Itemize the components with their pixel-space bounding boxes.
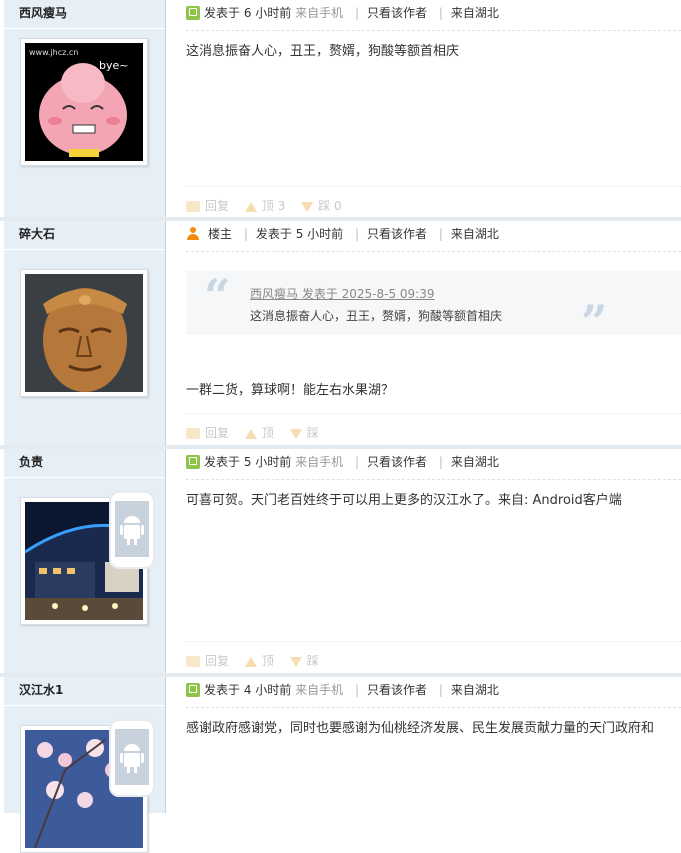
quote-source-link[interactable]: 西风瘦马 发表于 2025-8-5 09:39: [250, 285, 435, 302]
post-content: 楼主 | 发表于 5 小时前 | 只看该作者 | 来自湖北 “ 西风瘦马 发表于 20…: [186, 221, 681, 449]
post-meta: 发表于 4 小时前 来自手机 | 只看该作者 | 来自湖北: [186, 681, 681, 708]
avatar[interactable]: www.jhcz.cn bye~: [20, 38, 148, 166]
quote-block: “ 西风瘦马 发表于 2025-8-5 09:39 这消息振奋人心，丑王，赘婿，…: [186, 269, 681, 345]
author-name[interactable]: 汉江水1: [19, 681, 63, 698]
post-content: 发表于 6 小时前 来自手机 | 只看该作者 | 来自湖北 这消息振奋人心，丑王，赘…: [186, 0, 681, 222]
upvote-button[interactable]: 顶: [244, 426, 274, 440]
android-icon: [115, 729, 149, 785]
device-label[interactable]: 来自手机: [295, 683, 343, 697]
post-meta: 楼主 | 发表于 5 小时前 | 只看该作者 | 来自湖北: [186, 225, 681, 252]
post-time: 发表于 5 小时前: [204, 455, 292, 469]
post-meta: 发表于 5 小时前 来自手机 | 只看该作者 | 来自湖北: [186, 453, 681, 480]
android-device-badge: [109, 491, 155, 569]
only-author-link[interactable]: 只看该作者: [367, 455, 427, 469]
post-meta: 发表于 6 小时前 来自手机 | 只看该作者 | 来自湖北: [186, 4, 681, 31]
post-content: 发表于 4 小时前 来自手机 | 只看该作者 | 来自湖北 感谢政府感谢党，同时也要…: [186, 677, 681, 813]
post-body: 感谢政府感谢党，同时也要感谢为仙桃经济发展、民生发展贡献力量的天门政府和: [186, 721, 655, 736]
upvote-button[interactable]: 顶 3: [244, 199, 285, 213]
post-body: 一群二货，算球啊！能左右水果湖？: [186, 383, 395, 398]
thumb-down-icon: [301, 202, 314, 212]
post-actions: 回复 顶 踩: [186, 641, 681, 669]
upvote-button[interactable]: 顶: [244, 654, 274, 668]
post-time: 发表于 6 小时前: [204, 6, 292, 20]
location: 来自湖北: [450, 6, 499, 20]
svg-text:www.jhcz.cn: www.jhcz.cn: [29, 48, 78, 57]
mobile-icon: [186, 6, 200, 20]
downvote-button[interactable]: 踩: [289, 654, 319, 668]
thumb-up-icon: [244, 429, 257, 439]
android-icon: [115, 501, 149, 557]
only-author-link[interactable]: 只看该作者: [367, 6, 427, 20]
location: 来自湖北: [450, 455, 499, 469]
mobile-icon: [186, 683, 200, 697]
post-content: 发表于 5 小时前 来自手机 | 只看该作者 | 来自湖北 可喜可贺。天门老百姓终于…: [186, 449, 681, 677]
device-label[interactable]: 来自手机: [295, 455, 343, 469]
mobile-icon: [186, 455, 200, 469]
svg-text:bye~: bye~: [99, 59, 128, 72]
only-author-link[interactable]: 只看该作者: [367, 227, 427, 241]
downvote-button[interactable]: 踩: [289, 426, 319, 440]
post: 汉江水1 发表于 4 小时前 来自手机 | 只看该作者 | 来自湖北 感谢政府感…: [0, 673, 681, 853]
author-name[interactable]: 负责: [19, 453, 43, 470]
reply-icon: [186, 428, 200, 439]
thumb-down-icon: [289, 429, 302, 439]
author-sidebar: 汉江水1: [4, 677, 166, 853]
post: 负责 发表于 5 小时前 来自手机 | 只看该作者 | 来自湖北 可喜可贺。天门…: [0, 445, 681, 677]
thumb-up-icon: [244, 202, 257, 212]
author-sidebar: 西风瘦马 www.jhcz.cn bye~: [4, 0, 166, 222]
avatar[interactable]: [20, 269, 148, 397]
post-body: 这消息振奋人心，丑王，赘婿，狗酸等额首相庆: [186, 44, 460, 59]
downvote-button[interactable]: 踩 0: [301, 199, 342, 213]
author-name[interactable]: 西风瘦马: [19, 4, 67, 21]
owner-label: 楼主: [208, 227, 233, 241]
owner-icon: [186, 227, 200, 241]
open-quote-icon: “: [204, 269, 231, 323]
only-author-link[interactable]: 只看该作者: [367, 683, 427, 697]
quote-text: 这消息振奋人心，丑王，赘婿，狗酸等额首相庆: [250, 309, 503, 323]
post: 碎大石 楼主 | 发表于 5 小时前 | 只看该作者 | 来自湖北 “ 西风瘦马…: [0, 217, 681, 449]
post-actions: 回复 顶 踩: [186, 413, 681, 441]
location: 来自湖北: [450, 227, 499, 241]
reply-icon: [186, 656, 200, 667]
android-device-badge: [109, 719, 155, 797]
author-sidebar: 碎大石: [4, 221, 166, 449]
post-actions: 回复 顶 3 踩 0: [186, 186, 681, 214]
post-time: 发表于 4 小时前: [204, 683, 292, 697]
author-sidebar: 负责: [4, 449, 166, 677]
location: 来自湖北: [450, 683, 499, 697]
reply-icon: [186, 201, 200, 212]
reply-button[interactable]: 回复: [186, 426, 229, 440]
device-label[interactable]: 来自手机: [295, 6, 343, 20]
thumb-down-icon: [289, 657, 302, 667]
author-name[interactable]: 碎大石: [19, 225, 55, 242]
thumb-up-icon: [244, 657, 257, 667]
post-time: 发表于 5 小时前: [255, 227, 344, 241]
avatar-image: www.jhcz.cn bye~: [25, 43, 143, 161]
post: 西风瘦马 www.jhcz.cn bye~ 发表于 6 小时前 来自手机 | 只…: [0, 0, 681, 222]
avatar-image: [25, 274, 143, 392]
reply-button[interactable]: 回复: [186, 654, 229, 668]
post-body: 可喜可贺。天门老百姓终于可以用上更多的汉江水了。来自: Android客户端: [186, 493, 622, 508]
close-quote-icon: ”: [581, 295, 608, 349]
reply-button[interactable]: 回复: [186, 199, 229, 213]
